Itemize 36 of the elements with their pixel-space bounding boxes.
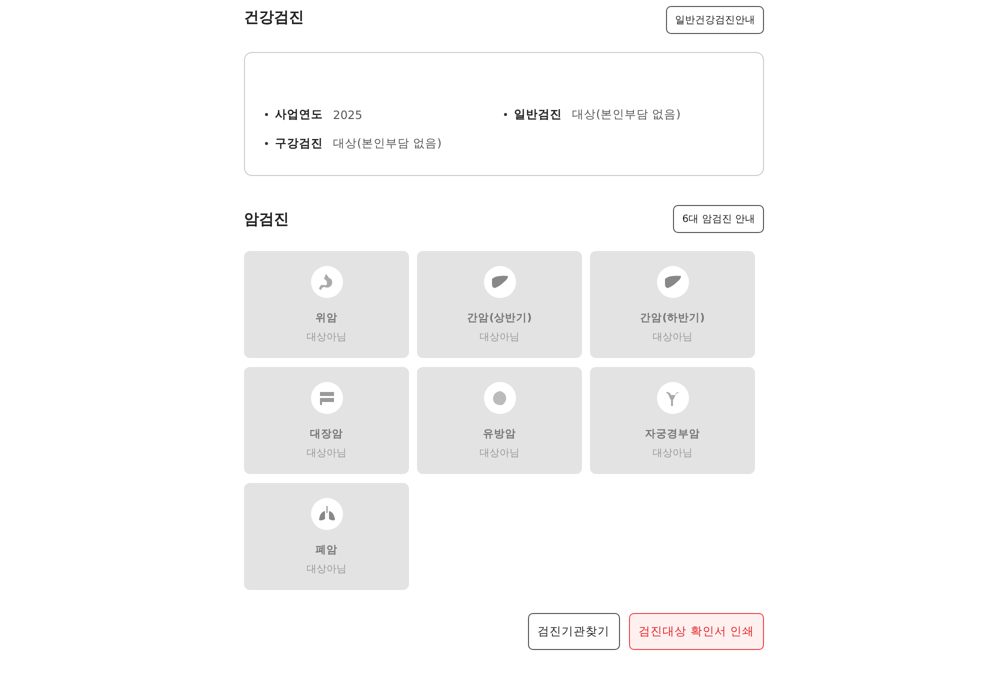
card-status: 대상아님 (652, 331, 692, 344)
uterus-icon (656, 382, 688, 414)
card-status: 대상아님 (480, 331, 520, 344)
card-title: 위암 (316, 311, 338, 325)
bullet-icon (504, 113, 507, 116)
card-status: 대상아님 (306, 563, 346, 576)
liver-icon (484, 266, 516, 298)
breast-icon (484, 382, 516, 414)
guide-button[interactable]: 일반건강검진안내 (666, 6, 764, 34)
card-status: 대상아님 (306, 447, 346, 460)
search-button[interactable]: 검진기관찾기 (528, 613, 620, 650)
card-title: 간암(하반기) (640, 311, 705, 325)
print-button[interactable]: 검진대상 확인서 인쇄 (628, 613, 764, 650)
guide-button[interactable]: 6대 암검진 안내 (673, 205, 764, 233)
card-title: 자궁경부암 (645, 427, 700, 441)
card-status: 대상아님 (652, 447, 692, 460)
card-title: 대장암 (310, 427, 343, 441)
intestine-icon (310, 382, 342, 414)
info-value: 대상(본인부담 없음) (333, 136, 442, 151)
card-title: 폐암 (316, 543, 338, 557)
info-label: 구강검진 (275, 136, 323, 151)
info-label: 일반검진 (514, 107, 562, 122)
liver-icon (656, 266, 688, 298)
bullet-icon (265, 113, 268, 116)
section-title: 건강검진 (244, 8, 304, 27)
section-title: 암검진 (244, 210, 289, 229)
card-title: 간암(상반기) (467, 311, 532, 325)
info-value: 대상(본인부담 없음) (572, 107, 681, 122)
stomach-icon (310, 266, 342, 298)
card-status: 대상아님 (480, 447, 520, 460)
card-title: 유방암 (483, 427, 516, 441)
lungs-icon (310, 498, 342, 530)
card-status: 대상아님 (306, 331, 346, 344)
info-label: 사업연도 (275, 107, 323, 122)
info-value: 2025 (333, 108, 362, 122)
bullet-icon (265, 142, 268, 145)
